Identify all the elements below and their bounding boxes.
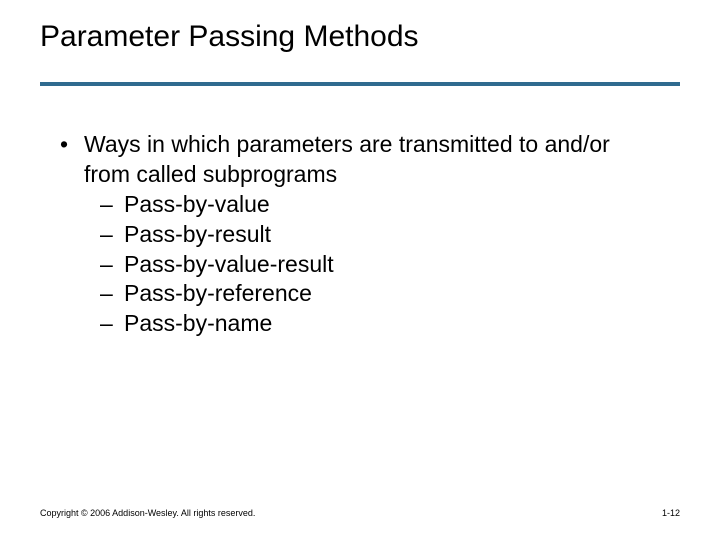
sub-bullet-text: Pass-by-value: [124, 190, 270, 220]
bullet-level-1: • Ways in which parameters are transmitt…: [60, 130, 660, 190]
bullet-dot-icon: •: [60, 130, 84, 190]
title-underline: [40, 82, 680, 86]
sub-bullet-text: Pass-by-value-result: [124, 250, 334, 280]
slide: Parameter Passing Methods • Ways in whic…: [0, 0, 720, 540]
sub-bullet-text: Pass-by-name: [124, 309, 272, 339]
bullet-level-2: – Pass-by-result: [100, 220, 660, 250]
bullet-text: Ways in which parameters are transmitted…: [84, 130, 660, 190]
bullet-dash-icon: –: [100, 309, 124, 339]
sub-bullet-text: Pass-by-reference: [124, 279, 312, 309]
sub-bullet-text: Pass-by-result: [124, 220, 271, 250]
bullet-level-2: – Pass-by-reference: [100, 279, 660, 309]
slide-title: Parameter Passing Methods: [40, 20, 419, 54]
bullet-dash-icon: –: [100, 220, 124, 250]
bullet-level-2: – Pass-by-name: [100, 309, 660, 339]
bullet-level-2: – Pass-by-value-result: [100, 250, 660, 280]
footer-page-number: 1-12: [662, 508, 680, 518]
slide-body: • Ways in which parameters are transmitt…: [60, 130, 660, 339]
footer-copyright: Copyright © 2006 Addison-Wesley. All rig…: [40, 508, 255, 518]
bullet-dash-icon: –: [100, 250, 124, 280]
bullet-dash-icon: –: [100, 279, 124, 309]
bullet-dash-icon: –: [100, 190, 124, 220]
bullet-level-2: – Pass-by-value: [100, 190, 660, 220]
